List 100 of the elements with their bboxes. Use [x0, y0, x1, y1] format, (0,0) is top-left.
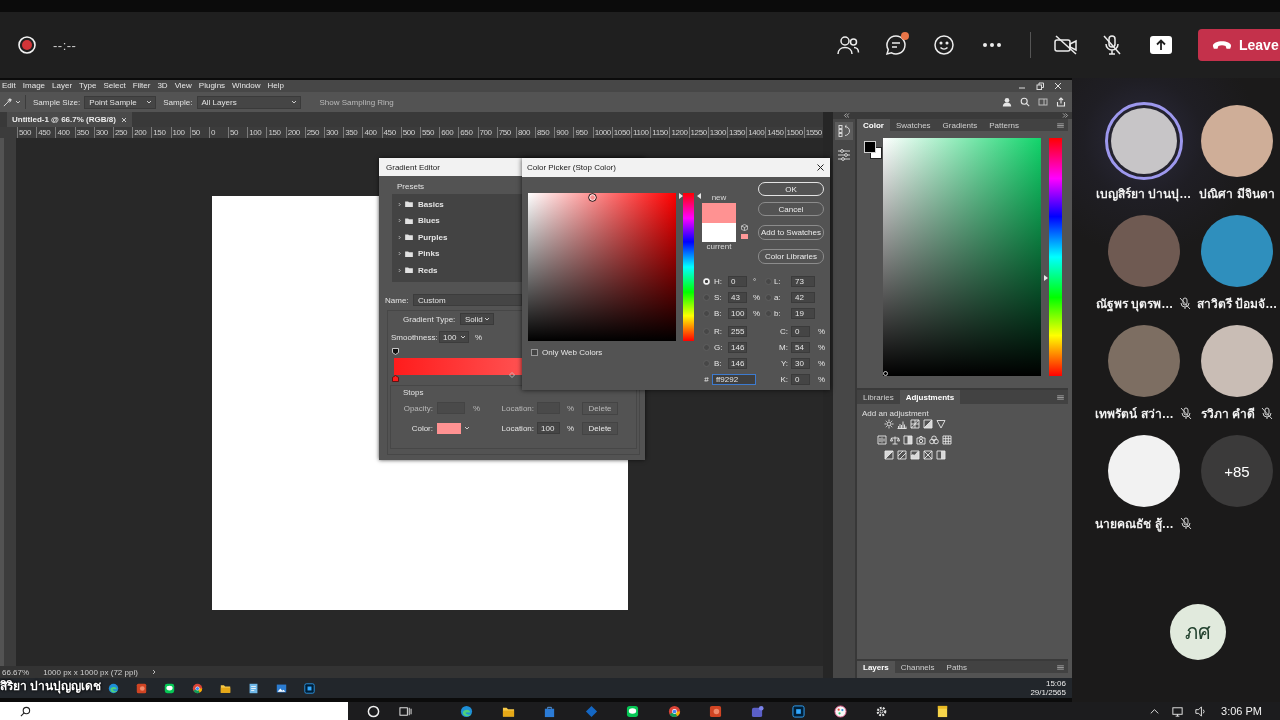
speaker-icon[interactable] — [1194, 704, 1208, 718]
web-safe-swatch[interactable] — [741, 234, 748, 239]
person-icon[interactable] — [1002, 97, 1012, 107]
gear-icon[interactable] — [875, 704, 888, 718]
histogram-icon[interactable] — [897, 419, 907, 429]
slider-thumb[interactable] — [679, 193, 701, 199]
diamond-icon[interactable] — [584, 704, 598, 718]
bag-icon[interactable] — [543, 704, 556, 718]
eyedropper-icon[interactable] — [3, 97, 12, 107]
segmented-circle-icon[interactable] — [192, 682, 203, 694]
hex-field[interactable]: ff9292 — [712, 373, 756, 385]
monitor-icon[interactable] — [1171, 704, 1185, 718]
share-screen-icon[interactable] — [1149, 34, 1173, 56]
framed-square-icon[interactable] — [304, 682, 315, 694]
close-icon[interactable] — [817, 164, 824, 171]
value-field[interactable]: 30 — [791, 357, 810, 369]
search-icon[interactable] — [1020, 97, 1030, 107]
half-square-icon[interactable] — [903, 435, 913, 445]
slider-thumb[interactable] — [1044, 274, 1048, 281]
split-square-icon[interactable] — [884, 450, 894, 460]
swirl-icon[interactable] — [108, 682, 119, 694]
scales-icon[interactable] — [890, 435, 900, 445]
midpoint-diamond-icon[interactable] — [509, 372, 515, 378]
dialog-button[interactable]: Color Libraries — [758, 249, 824, 264]
dialog-button[interactable]: Add to Swatches — [758, 225, 824, 240]
color-swatches-icon[interactable] — [864, 141, 882, 159]
location-field[interactable]: 100 — [537, 422, 560, 434]
menu-item[interactable]: Help — [267, 80, 284, 92]
dialog-button[interactable]: Cancel — [758, 202, 824, 216]
sun-icon[interactable] — [884, 419, 894, 429]
name-field[interactable]: Custom — [413, 294, 522, 306]
preset-name[interactable]: Pinks — [418, 249, 440, 259]
value-field[interactable]: 43 — [728, 291, 747, 303]
square-circle-icon[interactable] — [136, 682, 147, 694]
menu-item[interactable]: Window — [232, 80, 261, 92]
value-field[interactable]: 42 — [791, 291, 815, 303]
delete-button[interactable]: Delete — [582, 421, 618, 435]
menu-item[interactable]: 3D — [157, 80, 168, 92]
value-field[interactable]: 146 — [728, 357, 747, 369]
value-field[interactable]: 146 — [728, 341, 747, 353]
panel-tab[interactable]: Adjustments — [899, 390, 961, 404]
palette-icon[interactable] — [833, 704, 847, 718]
value-field[interactable]: 0 — [791, 373, 810, 385]
value-field[interactable]: 73 — [791, 275, 815, 287]
shaded-square-icon[interactable] — [936, 450, 946, 460]
window-layout-icon[interactable] — [1038, 97, 1048, 107]
table-icon[interactable] — [942, 435, 952, 445]
framed-square-icon[interactable] — [792, 704, 805, 718]
sliders-icon[interactable] — [835, 146, 853, 164]
menu-item[interactable]: Edit — [2, 80, 16, 92]
color-field[interactable] — [883, 138, 1041, 376]
chevron-icon[interactable] — [398, 267, 401, 273]
curve-grid-icon[interactable] — [910, 419, 920, 429]
camera-icon[interactable] — [916, 435, 926, 445]
panel-tab[interactable]: Paths — [940, 661, 974, 673]
restore-icon[interactable] — [1036, 82, 1044, 90]
note-pad-icon[interactable] — [936, 704, 949, 718]
menu-item[interactable]: View — [174, 80, 192, 92]
share-icon[interactable] — [1056, 97, 1066, 107]
chevron-icon[interactable] — [398, 201, 401, 207]
speech-bubble-icon[interactable] — [164, 682, 175, 694]
panel-tab[interactable]: Gradients — [936, 119, 984, 131]
menu-icon[interactable] — [1057, 664, 1064, 670]
caret-icon[interactable] — [464, 426, 470, 430]
record-icon[interactable] — [18, 36, 36, 54]
checkbox[interactable] — [531, 349, 538, 356]
people-icon[interactable] — [836, 34, 860, 56]
value-field[interactable]: 100 — [728, 307, 747, 319]
value-field[interactable]: 54 — [791, 341, 810, 353]
value-field[interactable]: 0 — [728, 275, 747, 287]
panel-tab[interactable]: Layers — [857, 661, 895, 673]
menu-item[interactable]: Plugins — [198, 80, 226, 92]
circles-icon[interactable] — [929, 435, 939, 445]
cube-icon[interactable] — [741, 224, 748, 231]
menu-item[interactable]: Filter — [132, 80, 151, 92]
segmented-circle-icon[interactable] — [667, 704, 681, 718]
speech-bubble-icon[interactable] — [626, 704, 639, 718]
menu-icon[interactable] — [1057, 122, 1064, 128]
gradient-type-dropdown[interactable]: Solid — [460, 313, 494, 325]
document-icon[interactable] — [248, 682, 259, 694]
panel-tab[interactable]: Libraries — [857, 390, 900, 404]
panel-tab[interactable]: Swatches — [889, 119, 937, 131]
double-chevron-right-icon[interactable] — [1062, 113, 1069, 118]
preset-name[interactable]: Basics — [418, 199, 444, 209]
picture-icon[interactable] — [276, 682, 287, 694]
wave-square-icon[interactable] — [910, 450, 920, 460]
color-field[interactable] — [528, 193, 676, 341]
smiley-icon[interactable] — [932, 34, 956, 56]
folder-icon[interactable] — [220, 682, 231, 694]
microphone-off-icon[interactable] — [1101, 34, 1123, 56]
more-participants-button[interactable]: +85 — [1201, 435, 1273, 507]
document-tab[interactable]: Untitled-1 @ 66.7% (RGB/8) — [7, 112, 132, 127]
hue-slider[interactable] — [679, 193, 701, 341]
stacked-windows-icon[interactable] — [399, 704, 412, 718]
swirl-icon[interactable] — [460, 704, 473, 718]
panel-tab[interactable]: Color — [857, 119, 890, 131]
ring-icon[interactable] — [367, 704, 380, 718]
stop-marker-icon[interactable] — [392, 375, 399, 382]
preset-name[interactable]: Blues — [418, 216, 440, 226]
menu-icon[interactable] — [1057, 394, 1064, 400]
